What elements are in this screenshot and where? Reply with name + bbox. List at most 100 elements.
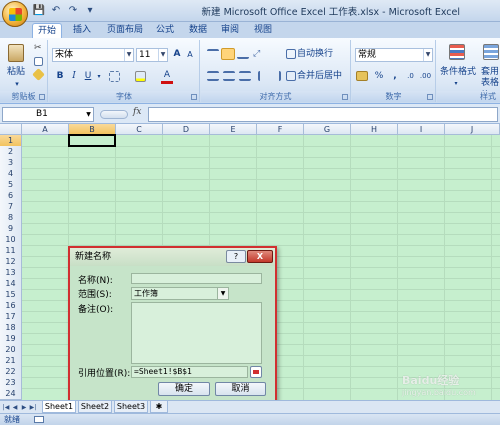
insert-function-icon[interactable]: fx [133,107,146,121]
number-format-select[interactable]: 常规 ▼ [355,48,433,62]
tab-insert[interactable]: 插入 [70,23,94,38]
office-logo-icon [9,8,22,21]
office-button[interactable] [2,1,28,27]
column-header[interactable]: J [445,124,500,135]
title-bar: 💾 ↶ ↷ ▾ 新建 Microsoft Office Excel 工作表.xl… [0,0,500,27]
macro-record-icon[interactable] [34,416,44,423]
prev-sheet-icon[interactable]: ◀ [11,403,19,412]
scope-select[interactable]: 工作簿 ▼ [131,287,229,300]
watermark-logo: Baidu经验 [402,374,460,387]
tab-formulas[interactable]: 公式 [153,23,177,38]
tab-data[interactable]: 数据 [186,23,210,38]
number-group: 常规 ▼ % , .0 .00 数字 [352,40,436,102]
underline-dropdown-icon[interactable]: ▾ [95,70,103,84]
dialog-close-button[interactable]: X [247,250,273,263]
align-top-icon[interactable] [207,49,219,59]
align-middle-icon[interactable] [221,48,235,60]
merge-center-icon[interactable] [286,71,296,81]
refers-to-input[interactable]: =Sheet1!$B$1 [131,366,248,378]
font-name-select[interactable]: 宋体 ▼ [52,48,134,62]
column-header[interactable]: C [116,124,163,135]
align-right-icon[interactable] [239,71,251,81]
italic-button[interactable]: I [68,70,80,84]
name-input[interactable] [131,273,262,284]
font-group: 宋体 ▼ 11 ▼ A A B I U ▾ A 字体 [49,40,200,102]
name-label: 名称(N): [78,276,113,286]
dialog-help-button[interactable]: ? [226,250,246,263]
paste-dropdown-icon[interactable]: ▾ [12,78,22,92]
font-color-icon[interactable]: A [161,70,173,84]
cut-icon[interactable]: ✂ [34,44,43,53]
gridline [22,234,500,235]
tab-view[interactable]: 视图 [251,23,275,38]
watermark-url: jingyan.baidu.com [402,388,476,397]
align-bottom-icon[interactable] [237,49,249,59]
number-launcher-icon[interactable] [427,94,433,100]
column-header[interactable]: D [163,124,210,135]
wrap-text-icon[interactable] [286,49,296,59]
cancel-button[interactable]: 取消 [215,382,266,396]
merge-center-button[interactable]: 合并后居中 [297,70,349,84]
tab-page-layout[interactable]: 页面布局 [103,23,147,38]
grow-font-button[interactable]: A [171,48,183,62]
bold-button[interactable]: B [54,70,66,84]
align-center-icon[interactable] [223,71,235,81]
format-as-table-button-line2[interactable]: 表格格 [481,77,500,101]
decrease-indent-icon[interactable] [258,71,268,81]
format-painter-icon[interactable] [32,68,45,81]
currency-icon[interactable] [356,71,368,81]
orientation-icon[interactable]: ⤢ [253,49,267,59]
decrease-decimal-icon[interactable]: .00 [419,70,432,84]
sheet-tab[interactable]: Sheet2 [78,401,112,413]
column-header[interactable]: F [257,124,304,135]
sheet-tab[interactable]: Sheet3 [114,401,148,413]
styles-group: 条件格式 ▾ 套用 表格格 样式 [437,40,500,102]
clipboard-launcher-icon[interactable] [39,94,45,100]
paste-icon[interactable] [8,44,24,62]
comment-textarea[interactable] [131,302,262,364]
refers-to-label: 引用位置(R): [78,369,131,379]
increase-decimal-icon[interactable]: .0 [404,70,417,84]
column-header[interactable]: E [210,124,257,135]
copy-icon[interactable] [34,57,43,66]
formula-bar-divider[interactable] [100,110,128,119]
alignment-launcher-icon[interactable] [342,94,348,100]
shrink-font-button[interactable]: A [184,48,196,62]
selected-cell-b1[interactable] [68,134,116,147]
column-header[interactable]: H [351,124,398,135]
window-title: 新建 Microsoft Office Excel 工作表.xlsx - Mic… [201,7,460,18]
gridline [22,168,500,169]
next-sheet-icon[interactable]: ▶ [20,403,28,412]
scope-label: 范围(S): [78,290,112,300]
formula-input[interactable] [148,107,498,122]
format-as-table-icon[interactable] [483,44,499,60]
insert-sheet-icon[interactable]: ✱ [150,401,168,413]
percent-button[interactable]: % [373,70,385,84]
font-launcher-icon[interactable] [191,94,197,100]
collapse-dialog-icon[interactable] [250,366,262,378]
row-header[interactable]: 24 [0,388,22,400]
wrap-text-button[interactable]: 自动换行 [297,48,349,62]
sheet-tab[interactable]: Sheet1 [42,401,76,413]
border-icon[interactable] [109,71,120,82]
column-header[interactable]: G [304,124,351,135]
name-box[interactable]: B1 ▼ [2,107,94,122]
increase-indent-icon[interactable] [271,71,281,81]
conditional-formatting-dropdown-icon[interactable]: ▾ [451,77,461,91]
column-header[interactable]: I [398,124,445,135]
last-sheet-icon[interactable]: ▶| [29,403,37,412]
tab-review[interactable]: 审阅 [218,23,242,38]
first-sheet-icon[interactable]: |◀ [2,403,10,412]
number-group-label: 数字 [352,91,435,102]
ok-button[interactable]: 确定 [158,382,210,396]
align-left-icon[interactable] [207,71,219,81]
select-all-corner[interactable] [0,124,22,135]
font-size-select[interactable]: 11 ▼ [136,48,168,62]
tab-home[interactable]: 开始 [32,23,62,38]
fill-color-icon[interactable] [135,71,146,82]
underline-button[interactable]: U [82,70,94,84]
comma-button[interactable]: , [389,70,401,84]
conditional-formatting-icon[interactable] [449,44,465,60]
column-header[interactable]: A [22,124,69,135]
alignment-group-label: 对齐方式 [201,91,350,102]
